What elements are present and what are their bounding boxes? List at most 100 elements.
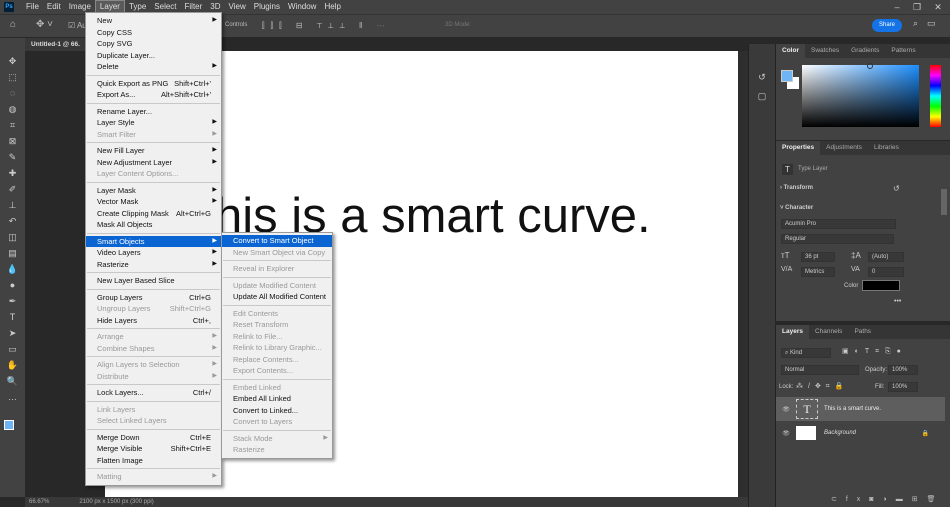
fill-field[interactable]: 100% (888, 382, 918, 392)
history-icon[interactable]: ↺ (749, 72, 775, 83)
menu-item-export-contents[interactable]: Export Contents... (222, 365, 332, 377)
menu-item-edit-contents[interactable]: Edit Contents (222, 308, 332, 320)
menu-item-rasterize[interactable]: Rasterize (222, 444, 332, 456)
move-icon[interactable]: ✥ (5, 54, 21, 69)
lock-icons[interactable]: ⁂/✥⌗🔒 (796, 382, 848, 391)
menu-item-video-layers[interactable]: Video Layers ▶ (86, 247, 221, 259)
pen-icon[interactable]: ✒ (5, 294, 21, 309)
menu-item-new-fill-layer[interactable]: New Fill Layer ▶ (86, 145, 221, 157)
tab-gradients[interactable]: Gradients (845, 44, 885, 58)
zoom-icon[interactable]: 🔍 (5, 374, 21, 389)
menu-item-copy-css[interactable]: Copy CSS (86, 27, 221, 39)
opacity-field[interactable]: 100% (888, 365, 918, 375)
color-field[interactable] (802, 65, 919, 127)
tab-color[interactable]: Color (776, 44, 805, 58)
stamp-icon[interactable]: ⊥ (5, 198, 21, 213)
menu-item-update-modified-content[interactable]: Update Modified Content (222, 280, 332, 292)
more-options-icon[interactable]: ••• (894, 298, 901, 305)
font-size-field[interactable]: 36 pt (801, 252, 835, 262)
menu-item-group-layers[interactable]: Group Layers Ctrl+G (86, 292, 221, 304)
type-icon[interactable]: T (5, 310, 21, 325)
menu-item-embed-linked[interactable]: Embed Linked (222, 382, 332, 394)
tab-properties[interactable]: Properties (776, 141, 821, 155)
foreground-color-swatch[interactable] (4, 420, 14, 430)
minimize-button[interactable]: – (888, 0, 906, 14)
menu-window[interactable]: Window (284, 0, 320, 14)
path-select-icon[interactable]: ➤ (5, 326, 21, 341)
font-style-select[interactable]: Regular (781, 234, 894, 244)
share-button[interactable]: Share (872, 19, 902, 32)
quick-select-icon[interactable]: ◍ (5, 102, 21, 117)
menu-item-arrange[interactable]: Arrange ▶ (86, 331, 221, 343)
reset-icon[interactable]: ↺ (893, 184, 900, 193)
workspace-icon[interactable]: ▭ (927, 18, 936, 29)
menu-item-delete[interactable]: Delete ▶ (86, 61, 221, 73)
home-icon[interactable]: ⌂ (10, 19, 16, 30)
menu-file[interactable]: File (22, 0, 43, 14)
more-icon[interactable]: … (5, 390, 21, 405)
crop-icon[interactable]: ⌗ (5, 118, 21, 133)
menu-item-convert-to-linked[interactable]: Convert to Linked... (222, 405, 332, 417)
menu-item-layer-mask[interactable]: Layer Mask ▶ (86, 185, 221, 197)
gradient-icon[interactable]: ▤ (5, 246, 21, 261)
tab-swatches[interactable]: Swatches (805, 44, 845, 58)
move-tool-icon[interactable]: ✥ ˅ (36, 19, 53, 30)
menu-item-convert-to-smart-object[interactable]: Convert to Smart Object (222, 235, 332, 247)
menu-help[interactable]: Help (320, 0, 344, 14)
kerning-field[interactable]: Metrics (801, 267, 835, 277)
tab-paths[interactable]: Paths (848, 325, 877, 339)
menu-item-reset-transform[interactable]: Reset Transform (222, 319, 332, 331)
menu-item-vector-mask[interactable]: Vector Mask ▶ (86, 196, 221, 208)
menu-item-lock-layers[interactable]: Lock Layers... Ctrl+/ (86, 387, 221, 399)
blend-mode-select[interactable]: Normal (781, 365, 859, 375)
properties-icon[interactable]: ▢ (749, 91, 775, 102)
shape-icon[interactable]: ▭ (5, 342, 21, 357)
menu-item-relink-to-library-graphic[interactable]: Relink to Library Graphic... (222, 342, 332, 354)
leading-field[interactable]: (Auto) (868, 252, 904, 262)
hue-slider[interactable] (930, 65, 941, 127)
menu-item-flatten-image[interactable]: Flatten Image (86, 455, 221, 467)
tab-libraries[interactable]: Libraries (868, 141, 905, 155)
eraser-icon[interactable]: ◫ (5, 230, 21, 245)
vertical-scrollbar[interactable] (738, 51, 748, 498)
menu-item-merge-visible[interactable]: Merge Visible Shift+Ctrl+E (86, 443, 221, 455)
filter-kind-select[interactable]: ⌕ Kind (781, 348, 831, 358)
visibility-eye-icon[interactable]: 👁 (776, 430, 796, 437)
lasso-icon[interactable]: ◌ (5, 86, 21, 101)
menu-plugins[interactable]: Plugins (250, 0, 284, 14)
eyedropper-icon[interactable]: ✎ (5, 150, 21, 165)
menu-item-smart-filter[interactable]: Smart Filter ▶ (86, 129, 221, 141)
menu-item-select-linked-layers[interactable]: Select Linked Layers (86, 415, 221, 427)
menu-item-duplicate-layer[interactable]: Duplicate Layer... (86, 50, 221, 62)
menu-item-export-as[interactable]: Export As... Alt+Shift+Ctrl+' (86, 89, 221, 101)
marquee-icon[interactable]: ⬚ (5, 70, 21, 85)
align-icons[interactable]: ⫿⫿⫿ ⊟ ⊤⊥⊥ ‖ ⋯ (262, 21, 391, 31)
menu-item-layer-content-options[interactable]: Layer Content Options... (86, 168, 221, 180)
text-color-swatch[interactable] (862, 280, 900, 291)
tab-layers[interactable]: Layers (776, 325, 809, 339)
menu-item-new-smart-object-via-copy[interactable]: New Smart Object via Copy (222, 247, 332, 259)
menu-item-hide-layers[interactable]: Hide Layers Ctrl+, (86, 315, 221, 327)
menu-item-merge-down[interactable]: Merge Down Ctrl+E (86, 432, 221, 444)
frame-icon[interactable]: ⊠ (5, 134, 21, 149)
menu-item-smart-objects[interactable]: Smart Objects ▶ (86, 235, 221, 247)
menu-item-quick-export-as-png[interactable]: Quick Export as PNG Shift+Ctrl+' (86, 78, 221, 90)
menu-item-replace-contents[interactable]: Replace Contents... (222, 354, 332, 366)
menu-item-layer-style[interactable]: Layer Style ▶ (86, 117, 221, 129)
menu-item-link-layers[interactable]: Link Layers (86, 404, 221, 416)
color-picker-cursor[interactable] (867, 63, 873, 69)
menu-item-distribute[interactable]: Distribute ▶ (86, 371, 221, 383)
menu-item-reveal-in-explorer[interactable]: Reveal in Explorer (222, 263, 332, 275)
menu-item-align-layers-to-selection[interactable]: Align Layers to Selection ▶ (86, 359, 221, 371)
search-icon[interactable]: ⌕ (913, 18, 918, 29)
menu-item-relink-to-file[interactable]: Relink to File... (222, 331, 332, 343)
auto-select-checkbox[interactable]: ☑ Au (68, 21, 87, 30)
font-family-select[interactable]: Acumin Pro (781, 219, 896, 229)
menu-item-ungroup-layers[interactable]: Ungroup Layers Shift+Ctrl+G (86, 303, 221, 315)
menu-item-mask-all-objects[interactable]: Mask All Objects (86, 219, 221, 231)
character-section[interactable]: ˅ Character (780, 205, 813, 211)
menu-item-new[interactable]: New ▶ (86, 15, 221, 27)
layer-row-background[interactable]: 👁 Background 🔒 (776, 421, 945, 445)
tracking-field[interactable]: 0 (868, 267, 904, 277)
menu-item-rasterize[interactable]: Rasterize ▶ (86, 259, 221, 271)
